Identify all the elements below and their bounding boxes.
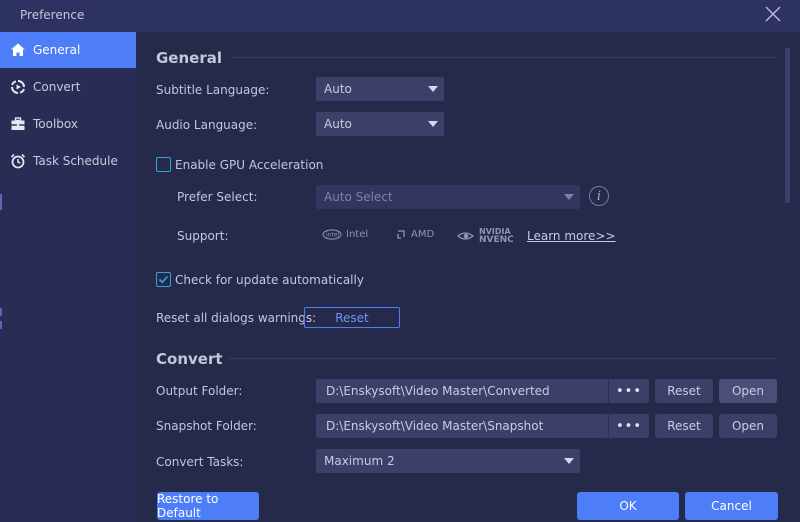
alarm-clock-icon [10,153,26,169]
output-folder-reset-button[interactable]: Reset [655,379,713,403]
sidebar-item-convert[interactable]: Convert [0,69,136,105]
audio-language-select[interactable]: Auto [316,112,444,136]
amd-label: AMD [411,229,435,240]
sidebar-item-label: Task Schedule [33,154,118,168]
chevron-down-icon [428,121,438,127]
convert-icon [10,79,26,95]
checkmark-icon [158,275,169,284]
check-update-checkbox[interactable] [156,272,171,287]
gpu-acceleration-checkbox[interactable] [156,157,171,172]
section-divider [228,358,778,359]
convert-tasks-value: Maximum 2 [324,454,395,468]
chevron-down-icon [564,458,574,464]
chevron-down-icon [564,194,574,200]
toolbox-icon [10,116,26,132]
edge-marker [0,321,2,329]
prefer-select-label: Prefer Select: [177,190,258,204]
output-folder-path: D:\Enskysoft\Video Master\Converted [326,384,550,398]
convert-tasks-label: Convert Tasks: [156,455,244,469]
snapshot-folder-open-button[interactable]: Open [719,414,777,438]
nvidia-logo-icon [457,232,475,240]
subtitle-language-select[interactable]: Auto [316,77,444,101]
intel-label: Intel [346,229,369,240]
reset-warnings-label: Reset all dialogs warnings: [156,311,317,325]
home-icon [10,42,26,58]
svg-text:intel: intel [326,232,340,239]
reset-warnings-button[interactable]: Reset [304,307,400,328]
output-folder-open-button[interactable]: Open [719,379,777,403]
support-label: Support: [177,229,229,243]
scrollbar-thumb[interactable] [785,48,790,203]
output-folder-label: Output Folder: [156,384,243,398]
close-icon [765,6,781,22]
sidebar-item-label: General [33,43,81,57]
snapshot-folder-label: Snapshot Folder: [156,419,257,433]
output-folder-field[interactable]: D:\Enskysoft\Video Master\Converted [316,379,608,403]
chevron-down-icon [428,86,438,92]
section-title-convert: Convert [156,350,223,368]
info-icon[interactable]: i [589,186,609,206]
output-folder-browse-button[interactable]: ••• [608,379,649,403]
subtitle-language-label: Subtitle Language: [156,83,270,97]
section-title-general: General [156,49,222,67]
check-update-label: Check for update automatically [175,273,364,287]
subtitle-language-value: Auto [324,82,352,96]
intel-logo-icon: intel [322,229,342,240]
gpu-acceleration-label: Enable GPU Acceleration [175,158,324,172]
title-bar: Preference [0,0,800,32]
sidebar-item-label: Convert [33,80,81,94]
edge-marker [0,308,2,316]
prefer-select-value: Auto Select [324,190,393,204]
intel-logo: intel Intel [322,229,368,240]
amd-logo: AMD [395,229,434,240]
cancel-button[interactable]: Cancel [685,492,778,520]
convert-tasks-select[interactable]: Maximum 2 [316,449,580,473]
sidebar-item-label: Toolbox [33,117,78,131]
window-title: Preference [20,8,85,22]
prefer-select-dropdown[interactable]: Auto Select [316,185,580,209]
restore-default-button[interactable]: Restore to Default [157,492,259,520]
edge-marker [0,202,2,210]
learn-more-link[interactable]: Learn more>> [527,229,616,243]
nvidia-logo: NVIDIA NVENC [457,227,514,245]
close-button[interactable] [764,5,782,23]
snapshot-folder-reset-button[interactable]: Reset [655,414,713,438]
sidebar-item-task-schedule[interactable]: Task Schedule [0,143,136,179]
snapshot-folder-path: D:\Enskysoft\Video Master\Snapshot [326,419,544,433]
section-divider [230,57,778,58]
audio-language-label: Audio Language: [156,118,258,132]
sidebar: General Convert Toolbox Task Schedule [0,32,136,522]
nvenc-label: NVENC [479,235,514,245]
amd-logo-icon [397,230,405,239]
snapshot-folder-field[interactable]: D:\Enskysoft\Video Master\Snapshot [316,414,608,438]
sidebar-item-general[interactable]: General [0,32,136,68]
edge-marker [0,194,2,202]
audio-language-value: Auto [324,117,352,131]
ok-button[interactable]: OK [577,492,679,520]
sidebar-item-toolbox[interactable]: Toolbox [0,106,136,142]
snapshot-folder-browse-button[interactable]: ••• [608,414,649,438]
